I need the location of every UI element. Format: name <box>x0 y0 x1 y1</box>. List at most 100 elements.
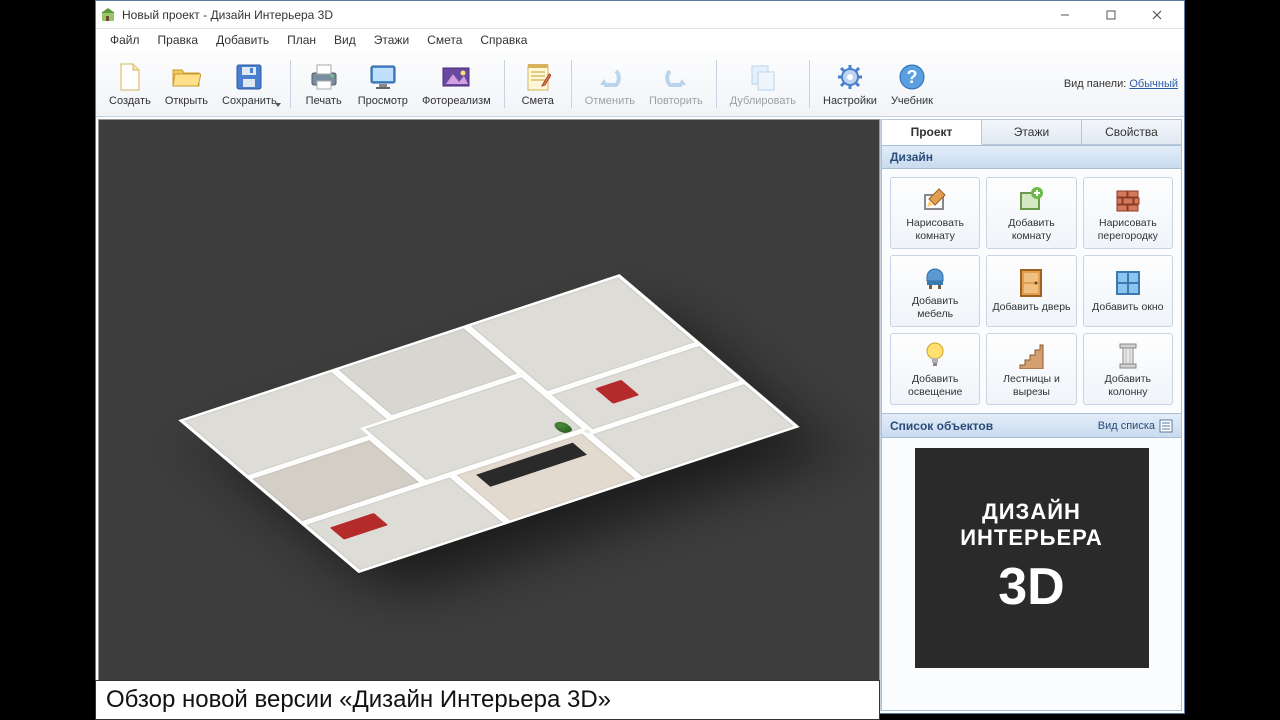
print-label: Печать <box>306 95 342 107</box>
duplicate-label: Дублировать <box>730 95 796 107</box>
preview-label: Просмотр <box>358 95 408 107</box>
promo-line2: ИНТЕРЬЕРА <box>960 525 1103 551</box>
main-toolbar: Создать Открыть Сохранить Печать Просмот… <box>96 51 1184 117</box>
stairs-label: Лестницы и вырезы <box>989 373 1073 397</box>
draw-room-label: Нарисовать комнату <box>893 217 977 241</box>
create-label: Создать <box>109 95 151 107</box>
application-window: Новый проект - Дизайн Интерьера 3D Файл … <box>95 0 1185 714</box>
monitor-icon <box>367 61 399 93</box>
promo-area: ДИЗАЙН ИНТЕРЬЕРА 3D <box>881 438 1182 711</box>
estimate-label: Смета <box>522 95 554 107</box>
add-room-label: Добавить комнату <box>989 217 1073 241</box>
redo-button[interactable]: Повторить <box>642 54 710 114</box>
create-button[interactable]: Создать <box>102 54 158 114</box>
gear-icon <box>834 61 866 93</box>
add-room-icon <box>1016 184 1046 214</box>
brick-wall-icon <box>1113 184 1143 214</box>
printer-icon <box>308 61 340 93</box>
print-button[interactable]: Печать <box>297 54 351 114</box>
work-area: Проект Этажи Свойства Дизайн Нарисовать … <box>96 117 1184 713</box>
add-lighting-button[interactable]: Добавить освещение <box>890 333 980 405</box>
menu-floors[interactable]: Этажи <box>366 31 417 49</box>
menu-help[interactable]: Справка <box>472 31 535 49</box>
add-window-button[interactable]: Добавить окно <box>1083 255 1173 327</box>
promo-logo: ДИЗАЙН ИНТЕРЬЕРА 3D <box>915 448 1149 668</box>
render-icon <box>440 61 472 93</box>
duplicate-button[interactable]: Дублировать <box>723 54 803 114</box>
photorealism-button[interactable]: Фотореализм <box>415 54 498 114</box>
add-window-label: Добавить окно <box>1092 301 1163 313</box>
settings-button[interactable]: Настройки <box>816 54 884 114</box>
panel-view-selector: Вид панели: Обычный <box>1064 78 1178 90</box>
add-column-label: Добавить колонну <box>1086 373 1170 397</box>
add-column-button[interactable]: Добавить колонну <box>1083 333 1173 405</box>
draw-partition-label: Нарисовать перегородку <box>1086 217 1170 241</box>
open-label: Открыть <box>165 95 208 107</box>
draw-room-button[interactable]: Нарисовать комнату <box>890 177 980 249</box>
promo-line3: 3D <box>998 557 1064 617</box>
folder-open-icon <box>170 61 202 93</box>
toolbar-separator <box>571 60 572 108</box>
promo-line1: ДИЗАЙН <box>982 499 1081 525</box>
tab-properties[interactable]: Свойства <box>1082 120 1181 145</box>
close-button[interactable] <box>1134 1 1180 29</box>
add-lighting-label: Добавить освещение <box>893 373 977 397</box>
window-icon <box>1113 268 1143 298</box>
floppy-disk-icon <box>233 61 265 93</box>
settings-label: Настройки <box>823 95 877 107</box>
side-panel: Проект Этажи Свойства Дизайн Нарисовать … <box>880 119 1182 711</box>
copy-icon <box>747 61 779 93</box>
tab-floors[interactable]: Этажи <box>982 120 1082 145</box>
menu-file[interactable]: Файл <box>102 31 148 49</box>
window-title: Новый проект - Дизайн Интерьера 3D <box>122 8 333 22</box>
objects-list-title: Список объектов <box>890 419 993 433</box>
caption-text: Обзор новой версии «Дизайн Интерьера 3D» <box>106 686 611 714</box>
add-furniture-button[interactable]: Добавить мебель <box>890 255 980 327</box>
new-file-icon <box>114 61 146 93</box>
floorplan-render <box>169 197 809 617</box>
door-icon <box>1016 268 1046 298</box>
undo-label: Отменить <box>585 95 635 107</box>
undo-button[interactable]: Отменить <box>578 54 642 114</box>
menu-view[interactable]: Вид <box>326 31 364 49</box>
chevron-down-icon <box>275 103 281 107</box>
panel-view-link[interactable]: Обычный <box>1129 78 1178 90</box>
open-button[interactable]: Открыть <box>158 54 215 114</box>
save-button[interactable]: Сохранить <box>215 54 284 114</box>
menu-plan[interactable]: План <box>279 31 324 49</box>
lightbulb-icon <box>920 340 950 370</box>
photoreal-label: Фотореализм <box>422 95 491 107</box>
tab-project[interactable]: Проект <box>882 120 982 145</box>
draw-partition-button[interactable]: Нарисовать перегородку <box>1083 177 1173 249</box>
objects-list-header: Список объектов Вид списка <box>881 414 1182 438</box>
stairs-cutouts-button[interactable]: Лестницы и вырезы <box>986 333 1076 405</box>
estimate-button[interactable]: Смета <box>511 54 565 114</box>
stairs-icon <box>1016 340 1046 370</box>
design-tools-grid: Нарисовать комнату Добавить комнату Нари… <box>881 169 1182 414</box>
column-icon <box>1113 340 1143 370</box>
minimize-button[interactable] <box>1042 1 1088 29</box>
preview-button[interactable]: Просмотр <box>351 54 415 114</box>
view-list-toggle[interactable] <box>1159 419 1173 433</box>
design-section-header: Дизайн <box>881 145 1182 169</box>
redo-icon <box>660 61 692 93</box>
pencil-room-icon <box>920 184 950 214</box>
add-furniture-label: Добавить мебель <box>893 295 977 319</box>
toolbar-separator <box>716 60 717 108</box>
side-tabs: Проект Этажи Свойства <box>881 119 1182 145</box>
add-room-button[interactable]: Добавить комнату <box>986 177 1076 249</box>
menubar: Файл Правка Добавить План Вид Этажи Смет… <box>96 29 1184 51</box>
chair-icon <box>920 262 950 292</box>
3d-viewport[interactable] <box>98 119 880 711</box>
menu-estimate[interactable]: Смета <box>419 31 470 49</box>
redo-label: Повторить <box>649 95 703 107</box>
tutorial-button[interactable]: ? Учебник <box>884 54 940 114</box>
tutorial-label: Учебник <box>891 95 933 107</box>
add-door-button[interactable]: Добавить дверь <box>986 255 1076 327</box>
menu-edit[interactable]: Правка <box>150 31 207 49</box>
maximize-button[interactable] <box>1088 1 1134 29</box>
panel-view-label: Вид панели: <box>1064 78 1126 90</box>
menu-add[interactable]: Добавить <box>208 31 277 49</box>
save-label: Сохранить <box>222 95 277 107</box>
video-caption: Обзор новой версии «Дизайн Интерьера 3D» <box>95 680 880 720</box>
